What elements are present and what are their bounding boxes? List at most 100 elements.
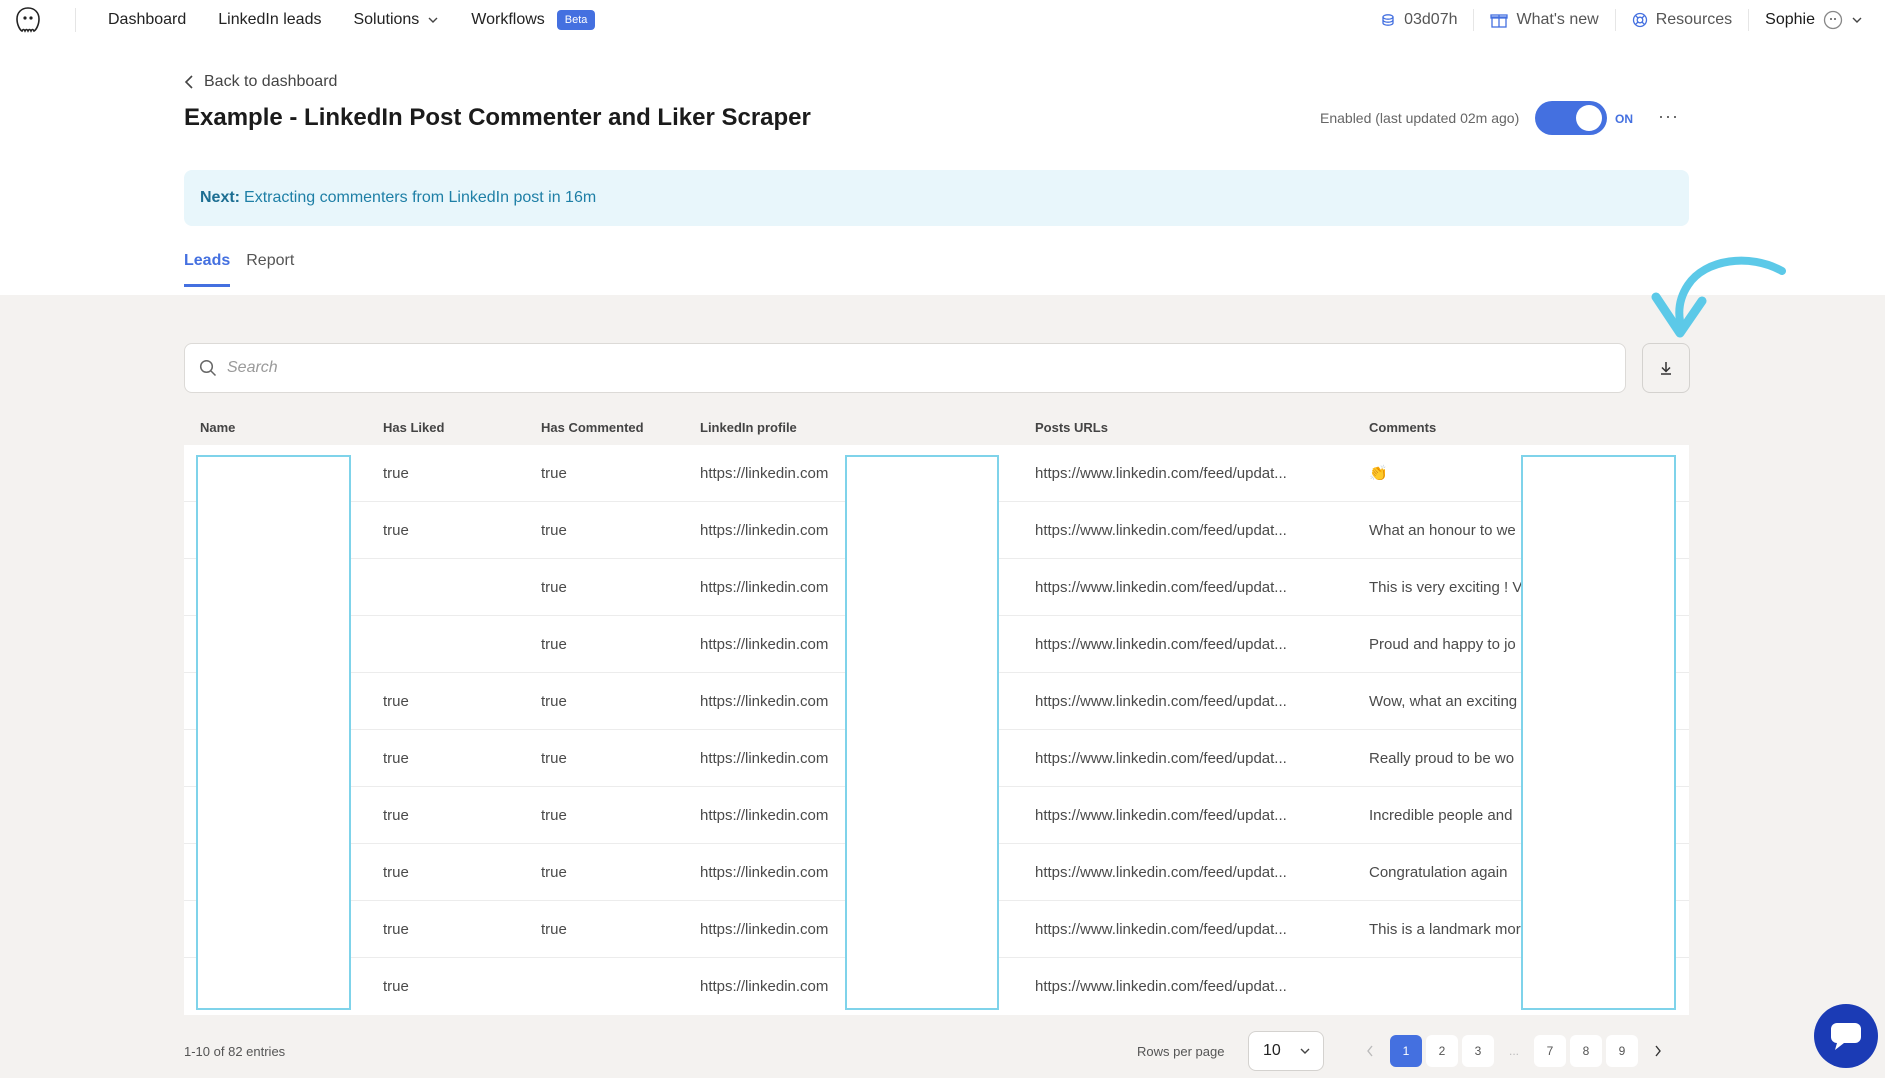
cell-has-commented: true xyxy=(541,863,567,881)
cell-has-commented: true xyxy=(541,749,567,767)
cell-has-liked: true xyxy=(383,464,409,482)
column-header-has-commented[interactable]: Has Commented xyxy=(541,420,681,435)
cell-post-url[interactable]: https://www.linkedin.com/feed/updat... xyxy=(1035,693,1325,710)
redaction-box-names xyxy=(196,455,351,1010)
cell-post-url[interactable]: https://www.linkedin.com/feed/updat... xyxy=(1035,522,1325,539)
entries-count: 1-10 of 82 entries xyxy=(184,1044,286,1059)
chevron-down-icon xyxy=(1300,1048,1310,1054)
next-launch-banner: Next: Extracting commenters from LinkedI… xyxy=(184,170,1689,226)
cell-comment: This is very exciting ! V xyxy=(1369,578,1521,596)
nav-right: 03d07h What's new Resources Sophie xyxy=(1380,0,1863,40)
tab-leads[interactable]: Leads xyxy=(184,252,231,287)
annotation-arrow-icon xyxy=(1651,256,1786,338)
nav-separator xyxy=(1614,9,1616,31)
cell-post-url[interactable]: https://www.linkedin.com/feed/updat... xyxy=(1035,465,1325,482)
rows-per-page-select[interactable]: 10 xyxy=(1248,1031,1324,1071)
rows-per-page-label: Rows per page xyxy=(1137,1044,1225,1059)
search-icon xyxy=(199,359,217,377)
cell-has-liked: true xyxy=(383,920,409,938)
cell-post-url[interactable]: https://www.linkedin.com/feed/updat... xyxy=(1035,636,1325,653)
top-navigation: Dashboard LinkedIn leads Solutions Workf… xyxy=(0,0,1885,40)
column-header-linkedin-profile[interactable]: LinkedIn profile xyxy=(700,420,846,435)
chevron-down-icon xyxy=(428,17,438,23)
more-options-icon[interactable]: ··· xyxy=(1658,106,1679,127)
page-button[interactable]: 7 xyxy=(1534,1035,1566,1067)
cell-has-commented: true xyxy=(541,521,567,539)
cell-linkedin-profile[interactable]: https://linkedin.com xyxy=(700,978,846,995)
back-to-dashboard-link[interactable]: Back to dashboard xyxy=(184,73,337,91)
nav-workflows-link[interactable]: Workflows Beta xyxy=(471,10,596,30)
page-button[interactable]: 1 xyxy=(1390,1035,1422,1067)
tab-report[interactable]: Report xyxy=(246,252,294,287)
tabs: Leads Report xyxy=(184,252,294,287)
nav-separator xyxy=(1748,9,1750,31)
chat-button[interactable] xyxy=(1814,1004,1878,1068)
cell-post-url[interactable]: https://www.linkedin.com/feed/updat... xyxy=(1035,921,1325,938)
page-button[interactable]: 8 xyxy=(1570,1035,1602,1067)
nav-links: Dashboard LinkedIn leads Solutions Workf… xyxy=(108,0,596,40)
prev-page-icon[interactable] xyxy=(1354,1035,1386,1067)
nav-divider xyxy=(75,8,76,32)
cell-post-url[interactable]: https://www.linkedin.com/feed/updat... xyxy=(1035,750,1325,767)
cell-linkedin-profile[interactable]: https://linkedin.com xyxy=(700,864,846,881)
nav-dashboard-link[interactable]: Dashboard xyxy=(108,11,186,29)
resources-link[interactable]: Resources xyxy=(1632,11,1732,29)
lifebuoy-icon xyxy=(1632,12,1647,28)
back-label: Back to dashboard xyxy=(204,73,338,90)
user-name: Sophie xyxy=(1765,11,1815,28)
pagination-ellipsis: ... xyxy=(1508,1044,1519,1058)
nav-solutions-label: Solutions xyxy=(353,11,420,28)
column-header-name[interactable]: Name xyxy=(200,420,360,435)
cell-post-url[interactable]: https://www.linkedin.com/feed/updat... xyxy=(1035,807,1325,824)
redaction-box-profiles xyxy=(845,455,999,1010)
user-menu[interactable]: Sophie xyxy=(1765,10,1863,30)
column-header-posts-urls[interactable]: Posts URLs xyxy=(1035,420,1325,435)
cell-linkedin-profile[interactable]: https://linkedin.com xyxy=(700,579,846,596)
cell-has-commented: true xyxy=(541,692,567,710)
cell-linkedin-profile[interactable]: https://linkedin.com xyxy=(700,465,846,482)
nav-solutions-menu[interactable]: Solutions xyxy=(353,11,439,29)
page-button[interactable]: 3 xyxy=(1462,1035,1494,1067)
page-title: Example - LinkedIn Post Commenter and Li… xyxy=(184,104,811,131)
column-header-has-liked[interactable]: Has Liked xyxy=(383,420,523,435)
cell-has-liked: true xyxy=(383,521,409,539)
column-header-comments[interactable]: Comments xyxy=(1369,420,1521,435)
cell-linkedin-profile[interactable]: https://linkedin.com xyxy=(700,921,846,938)
cell-linkedin-profile[interactable]: https://linkedin.com xyxy=(700,636,846,653)
cell-post-url[interactable]: https://www.linkedin.com/feed/updat... xyxy=(1035,864,1325,881)
phantom-logo-icon[interactable] xyxy=(14,6,42,34)
chat-icon xyxy=(1831,1023,1861,1050)
nav-linkedin-leads-link[interactable]: LinkedIn leads xyxy=(218,11,321,29)
redaction-box-comments xyxy=(1521,455,1676,1010)
cell-post-url[interactable]: https://www.linkedin.com/feed/updat... xyxy=(1035,978,1325,995)
cell-linkedin-profile[interactable]: https://linkedin.com xyxy=(700,522,846,539)
next-page-icon[interactable] xyxy=(1642,1035,1674,1067)
cell-comment: This is a landmark mor xyxy=(1369,920,1521,938)
cell-comment: What an honour to we xyxy=(1369,521,1516,539)
credits-value: 03d07h xyxy=(1404,11,1458,28)
whats-new-link[interactable]: What's new xyxy=(1490,11,1599,29)
cell-has-liked: true xyxy=(383,863,409,881)
cell-comment: Really proud to be wo xyxy=(1369,749,1515,767)
cell-has-liked: true xyxy=(383,692,409,710)
cell-has-commented: true xyxy=(541,464,567,482)
cell-comment: Incredible people and xyxy=(1369,806,1513,824)
cell-linkedin-profile[interactable]: https://linkedin.com xyxy=(700,807,846,824)
search-input[interactable] xyxy=(227,359,1625,377)
download-button[interactable] xyxy=(1642,343,1690,393)
cell-has-liked: true xyxy=(383,806,409,824)
cell-linkedin-profile[interactable]: https://linkedin.com xyxy=(700,750,846,767)
chevron-down-icon xyxy=(1852,17,1862,23)
rows-per-page-value: 10 xyxy=(1263,1042,1281,1059)
credits-indicator[interactable]: 03d07h xyxy=(1380,11,1457,29)
banner-prefix: Next: xyxy=(200,189,241,206)
nav-separator xyxy=(1473,9,1475,31)
cell-has-commented: true xyxy=(541,806,567,824)
page-button[interactable]: 9 xyxy=(1606,1035,1638,1067)
enabled-toggle[interactable] xyxy=(1535,101,1607,135)
cell-post-url[interactable]: https://www.linkedin.com/feed/updat... xyxy=(1035,579,1325,596)
page-button[interactable]: 2 xyxy=(1426,1035,1458,1067)
cell-linkedin-profile[interactable]: https://linkedin.com xyxy=(700,693,846,710)
enabled-status-text: Enabled (last updated 02m ago) xyxy=(1320,110,1520,126)
search-box[interactable] xyxy=(184,343,1626,393)
